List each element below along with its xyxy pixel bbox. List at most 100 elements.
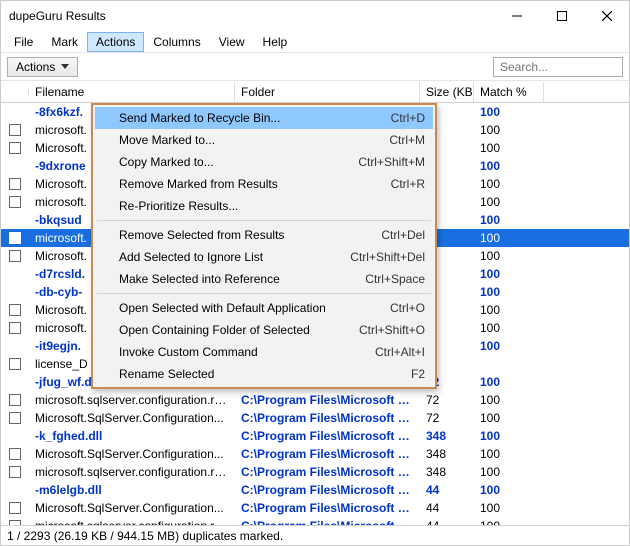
menu-file[interactable]: File [5, 32, 42, 52]
row-checkbox-cell [1, 501, 29, 515]
actions-dropdown-button[interactable]: Actions [7, 57, 78, 77]
menu-item[interactable]: Open Containing Folder of SelectedCtrl+S… [95, 319, 433, 341]
cell-match [474, 363, 544, 365]
menu-actions[interactable]: Actions [87, 32, 144, 52]
header-match[interactable]: Match % [474, 82, 544, 102]
menu-item[interactable]: Rename SelectedF2 [95, 363, 433, 385]
search-input[interactable] [493, 57, 623, 77]
row-checkbox-cell [1, 393, 29, 407]
table-row[interactable]: Microsoft.SqlServer.Configuration...C:\P… [1, 409, 629, 427]
row-checkbox-cell [1, 195, 29, 209]
cell-folder: C:\Program Files\Microsoft SQ... [235, 428, 420, 444]
row-checkbox[interactable] [9, 448, 21, 460]
table-row[interactable]: Microsoft.SqlServer.Configuration...C:\P… [1, 499, 629, 517]
menu-item-shortcut: Ctrl+R [391, 177, 425, 191]
menu-item[interactable]: Copy Marked to...Ctrl+Shift+M [95, 151, 433, 173]
header-checkbox[interactable] [1, 89, 29, 95]
row-checkbox[interactable] [9, 466, 21, 478]
cell-fname: -k_fghed.dll [29, 428, 235, 444]
menu-item[interactable]: Add Selected to Ignore ListCtrl+Shift+De… [95, 246, 433, 268]
header-folder[interactable]: Folder [235, 82, 420, 102]
cell-fname: microsoft.sqlserver.configuration.rs... [29, 392, 235, 408]
row-checkbox-cell [1, 303, 29, 317]
menu-item[interactable]: Open Selected with Default ApplicationCt… [95, 297, 433, 319]
row-checkbox[interactable] [9, 412, 21, 424]
menu-item-label: Remove Selected from Results [119, 228, 371, 242]
menu-mark[interactable]: Mark [42, 32, 87, 52]
table-row[interactable]: -k_fghed.dllC:\Program Files\Microsoft S… [1, 427, 629, 445]
menu-item-shortcut: Ctrl+Alt+I [375, 345, 425, 359]
menu-item-shortcut: Ctrl+Space [365, 272, 425, 286]
row-checkbox[interactable] [9, 358, 21, 370]
cell-fname: Microsoft.SqlServer.Configuration... [29, 410, 235, 426]
actions-button-label: Actions [16, 60, 55, 74]
table-row[interactable]: microsoft.sqlserver.configuration.rs...C… [1, 391, 629, 409]
cell-size: 44 [420, 518, 474, 525]
menu-item-label: Open Containing Folder of Selected [119, 323, 349, 337]
results-body[interactable]: -8fx6kzf.100microsoft.100Microsoft.100-9… [1, 103, 629, 525]
row-checkbox-cell [1, 519, 29, 525]
row-checkbox[interactable] [9, 142, 21, 154]
row-checkbox[interactable] [9, 394, 21, 406]
cell-folder: C:\Program Files\Microsoft SQ... [235, 482, 420, 498]
window-title: dupeGuru Results [9, 9, 494, 23]
row-checkbox[interactable] [9, 502, 21, 514]
row-checkbox[interactable] [9, 124, 21, 136]
header-filename[interactable]: Filename [29, 82, 235, 102]
cell-fname: Microsoft.SqlServer.Configuration... [29, 500, 235, 516]
row-checkbox[interactable] [9, 304, 21, 316]
row-checkbox-cell [1, 345, 29, 347]
cell-folder: C:\Program Files\Microsoft SQ... [235, 410, 420, 426]
table-row[interactable]: microsoft.sqlserver.configuration.rs...C… [1, 517, 629, 525]
row-checkbox[interactable] [9, 196, 21, 208]
menu-view[interactable]: View [210, 32, 254, 52]
menu-item[interactable]: Re-Prioritize Results... [95, 195, 433, 217]
row-checkbox-cell [1, 219, 29, 221]
menu-item[interactable]: Move Marked to...Ctrl+M [95, 129, 433, 151]
close-button[interactable] [584, 1, 629, 31]
cell-folder: C:\Program Files\Microsoft SQ... [235, 392, 420, 408]
menu-item-shortcut: Ctrl+Shift+M [358, 155, 425, 169]
cell-size: 348 [420, 464, 474, 480]
row-checkbox-cell [1, 123, 29, 137]
menu-item-shortcut: F2 [411, 367, 425, 381]
row-checkbox[interactable] [9, 250, 21, 262]
row-checkbox[interactable] [9, 322, 21, 334]
content: Filename Folder Size (KB) Match % -8fx6k… [1, 81, 629, 525]
menu-help[interactable]: Help [254, 32, 297, 52]
row-checkbox[interactable] [9, 520, 21, 525]
cell-match: 100 [474, 446, 544, 462]
row-checkbox[interactable] [9, 232, 21, 244]
table-row[interactable]: -m6lelgb.dllC:\Program Files\Microsoft S… [1, 481, 629, 499]
cell-size: 348 [420, 428, 474, 444]
maximize-button[interactable] [539, 1, 584, 31]
cell-size: 348 [420, 446, 474, 462]
cell-match: 100 [474, 212, 544, 228]
row-checkbox[interactable] [9, 178, 21, 190]
menu-item[interactable]: Remove Selected from ResultsCtrl+Del [95, 224, 433, 246]
menu-item[interactable]: Invoke Custom Command Ctrl+Alt+I [95, 341, 433, 363]
header-size[interactable]: Size (KB) [420, 82, 474, 102]
menu-item[interactable]: Remove Marked from ResultsCtrl+R [95, 173, 433, 195]
menu-item-label: Invoke Custom Command [119, 345, 365, 359]
row-checkbox-cell [1, 291, 29, 293]
row-checkbox-cell [1, 249, 29, 263]
row-checkbox-cell [1, 489, 29, 491]
menu-item-label: Send Marked to Recycle Bin... [119, 111, 381, 125]
row-checkbox-cell [1, 273, 29, 275]
menu-item-shortcut: Ctrl+O [390, 301, 425, 315]
cell-match: 100 [474, 266, 544, 282]
table-row[interactable]: Microsoft.SqlServer.Configuration...C:\P… [1, 445, 629, 463]
app-window: dupeGuru Results File Mark Actions Colum… [0, 0, 630, 546]
menu-columns[interactable]: Columns [144, 32, 209, 52]
minimize-button[interactable] [494, 1, 539, 31]
table-row[interactable]: microsoft.sqlserver.configuration.rs...C… [1, 463, 629, 481]
menu-item-label: Re-Prioritize Results... [119, 199, 415, 213]
menu-item[interactable]: Send Marked to Recycle Bin...Ctrl+D [95, 107, 433, 129]
row-checkbox-cell [1, 177, 29, 191]
cell-match: 100 [474, 194, 544, 210]
menu-item[interactable]: Make Selected into ReferenceCtrl+Space [95, 268, 433, 290]
cell-match: 100 [474, 176, 544, 192]
cell-match: 100 [474, 482, 544, 498]
actions-menu: Send Marked to Recycle Bin...Ctrl+DMove … [91, 103, 437, 389]
